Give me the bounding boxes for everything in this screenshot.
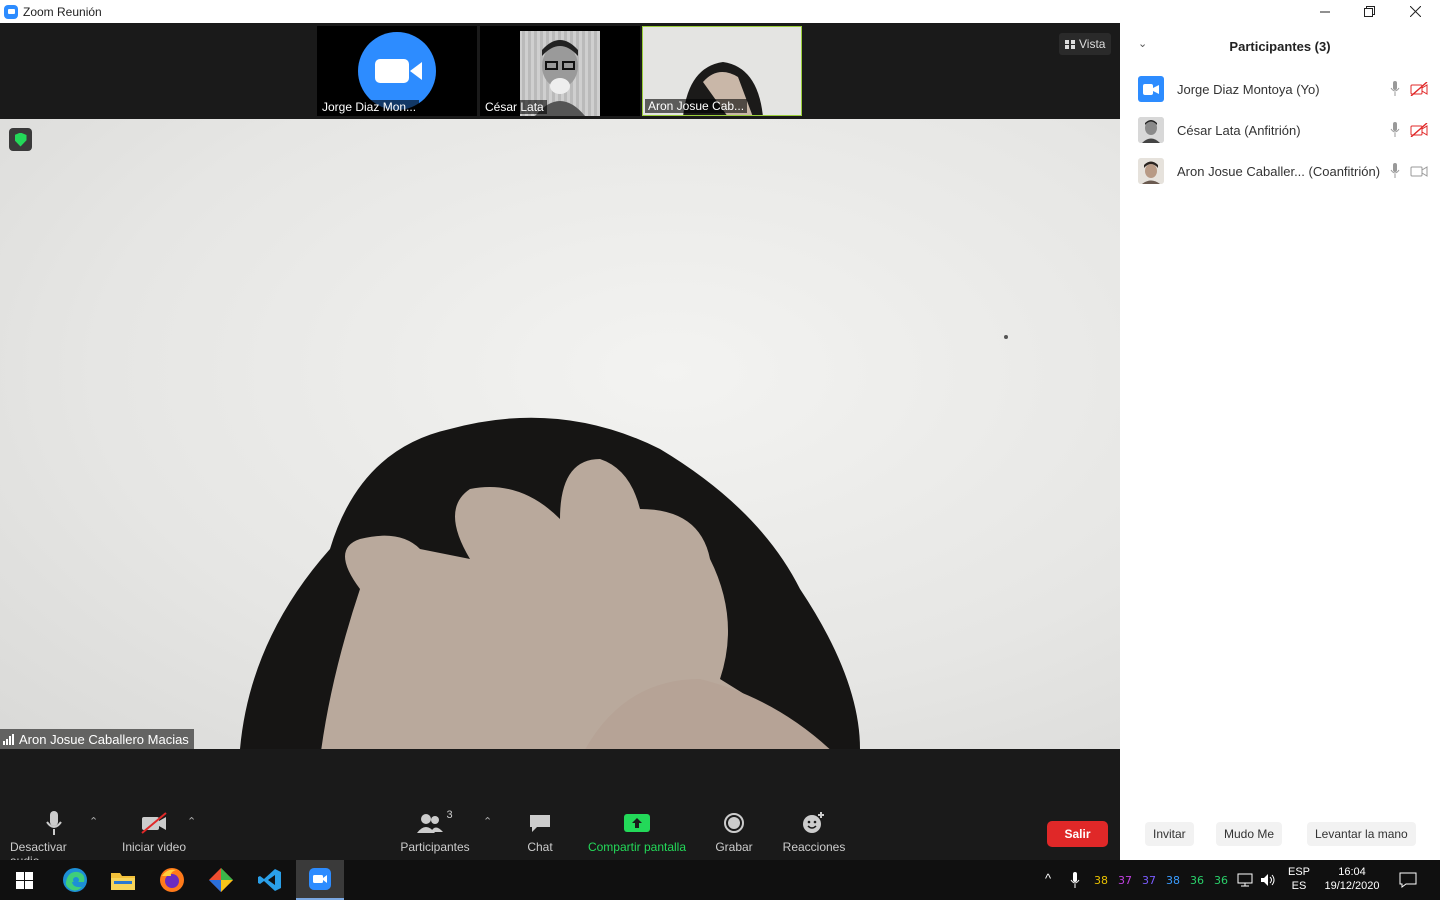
thumbnail-jorge[interactable]: Jorge Diaz Mon... bbox=[317, 26, 477, 116]
title-bar: Zoom Reunión bbox=[0, 0, 1440, 23]
video-off-icon[interactable] bbox=[1410, 81, 1428, 96]
tray-temp-5[interactable]: 36 bbox=[1190, 874, 1204, 887]
tray-temp-3[interactable]: 37 bbox=[1142, 874, 1156, 887]
start-video-label: Iniciar video bbox=[121, 840, 187, 854]
participant-name: Jorge Diaz Montoya (Yo) bbox=[1177, 81, 1320, 97]
grid-icon bbox=[1065, 39, 1075, 49]
participant-row[interactable]: Jorge Diaz Montoya (Yo) bbox=[1138, 75, 1430, 103]
signal-bars-icon bbox=[3, 733, 14, 745]
tray-mic-icon[interactable] bbox=[1070, 872, 1080, 888]
thumbnail-name: Aron Josue Cab... bbox=[645, 99, 748, 113]
video-off-icon[interactable] bbox=[1410, 122, 1428, 137]
volume-icon[interactable] bbox=[1260, 873, 1276, 887]
thumbnail-aron[interactable]: Aron Josue Cab... bbox=[642, 26, 802, 116]
tray-temp-4[interactable]: 38 bbox=[1166, 874, 1180, 887]
participants-panel: ⌄ Participantes (3) Jorge Diaz Montoya (… bbox=[1120, 23, 1440, 860]
view-button[interactable]: Vista bbox=[1059, 33, 1112, 55]
vscode-icon[interactable] bbox=[246, 860, 294, 900]
mic-icon[interactable] bbox=[1390, 81, 1400, 96]
clock[interactable]: 16:04 19/12/2020 bbox=[1318, 865, 1386, 893]
mute-me-button[interactable]: Mudo Me bbox=[1216, 822, 1283, 846]
avatar bbox=[1138, 117, 1164, 143]
video-options-chevron-icon[interactable]: ⌃ bbox=[187, 815, 196, 828]
invite-button[interactable]: Invitar bbox=[1145, 822, 1194, 846]
restore-icon bbox=[1363, 6, 1375, 17]
participants-options-chevron-icon[interactable]: ⌃ bbox=[483, 815, 492, 828]
minimize-button[interactable] bbox=[1302, 0, 1348, 23]
thumbnail-name: César Lata bbox=[482, 100, 547, 114]
zoom-logo-icon bbox=[358, 32, 436, 110]
participant-name: Aron Josue Caballer... (Coanfitrión) bbox=[1177, 163, 1381, 179]
speaker-name-tag: Aron Josue Caballero Macias bbox=[0, 729, 194, 749]
main-video: Aron Josue Caballero Macias bbox=[0, 119, 1120, 749]
network-icon[interactable] bbox=[1237, 873, 1253, 887]
zoom-avatar-icon bbox=[1138, 76, 1164, 102]
close-icon bbox=[1409, 6, 1421, 17]
participants-count: 3 bbox=[446, 809, 453, 821]
chat-label: Chat bbox=[527, 840, 553, 854]
record-label: Grabar bbox=[715, 840, 753, 854]
view-label: Vista bbox=[1079, 37, 1106, 51]
tray-temp-1[interactable]: 38 bbox=[1094, 874, 1108, 887]
clock-date: 19/12/2020 bbox=[1324, 880, 1380, 892]
reactions-icon bbox=[803, 812, 824, 833]
reactions-button[interactable]: Reacciones bbox=[783, 809, 845, 854]
windows-taskbar: ^ 38 37 37 38 36 36 ESP ES 16:04 19/12/2… bbox=[0, 860, 1440, 900]
share-screen-button[interactable]: Compartir pantalla bbox=[586, 809, 688, 854]
file-explorer-icon[interactable] bbox=[99, 860, 147, 900]
chat-button[interactable]: Chat bbox=[520, 809, 560, 854]
layout-code: ES bbox=[1291, 880, 1307, 892]
audio-options-chevron-icon[interactable]: ⌃ bbox=[89, 815, 98, 828]
mic-icon[interactable] bbox=[1390, 122, 1400, 137]
participants-icon bbox=[417, 814, 444, 833]
minimize-icon bbox=[1320, 11, 1330, 12]
windows-start-icon[interactable] bbox=[0, 860, 48, 900]
thumbnail-name: Jorge Diaz Mon... bbox=[319, 100, 420, 114]
zoom-icon[interactable] bbox=[296, 860, 344, 900]
avatar bbox=[1138, 158, 1164, 184]
video-on-icon[interactable] bbox=[1410, 164, 1428, 178]
firefox-icon[interactable] bbox=[148, 860, 196, 900]
share-screen-icon bbox=[624, 814, 650, 832]
record-button[interactable]: Grabar bbox=[713, 809, 755, 854]
start-video-button[interactable]: Iniciar video bbox=[120, 809, 188, 854]
tray-temp-2[interactable]: 37 bbox=[1118, 874, 1132, 887]
participant-row[interactable]: César Lata (Anfitrión) bbox=[1138, 116, 1430, 144]
panel-title: Participantes (3) bbox=[1229, 38, 1331, 54]
leave-button[interactable]: Salir bbox=[1047, 821, 1108, 847]
restore-button[interactable] bbox=[1346, 0, 1392, 23]
speaker-video-frame bbox=[240, 335, 1008, 749]
mic-icon[interactable] bbox=[1390, 163, 1400, 178]
speaker-name: Aron Josue Caballero Macias bbox=[19, 731, 189, 747]
participants-label: Participantes bbox=[400, 840, 470, 854]
participant-name: César Lata (Anfitrión) bbox=[1177, 122, 1301, 138]
close-button[interactable] bbox=[1392, 0, 1438, 23]
thumbnail-cesar[interactable]: César Lata bbox=[480, 26, 640, 116]
git-kraken-icon[interactable] bbox=[197, 860, 245, 900]
meeting-toolbar: Desactivar audio ⌃ Iniciar video ⌃ 3 Par… bbox=[0, 749, 1120, 868]
video-off-icon bbox=[141, 812, 167, 834]
participant-row[interactable]: Aron Josue Caballer... (Coanfitrión) bbox=[1138, 157, 1430, 185]
clock-time: 16:04 bbox=[1338, 866, 1366, 878]
thumbnail-strip: Jorge Diaz Mon... César Lata Aron Josue … bbox=[0, 23, 1120, 119]
record-icon bbox=[724, 813, 744, 833]
zoom-app-icon bbox=[4, 4, 18, 19]
tray-temp-6[interactable]: 36 bbox=[1214, 874, 1228, 887]
input-language[interactable]: ESP ES bbox=[1286, 865, 1312, 893]
share-screen-label: Compartir pantalla bbox=[587, 840, 687, 854]
mic-icon bbox=[46, 811, 62, 835]
chat-icon bbox=[530, 815, 550, 832]
video-area: Jorge Diaz Mon... César Lata Aron Josue … bbox=[0, 23, 1120, 868]
participants-button[interactable]: 3 Participantes bbox=[400, 809, 470, 854]
show-hidden-icons-chevron-icon[interactable]: ^ bbox=[1045, 872, 1051, 886]
notifications-icon[interactable] bbox=[1399, 872, 1417, 888]
edge-icon[interactable] bbox=[51, 860, 99, 900]
reactions-label: Reacciones bbox=[782, 840, 846, 854]
window-title: Zoom Reunión bbox=[23, 4, 102, 19]
raise-hand-button[interactable]: Levantar la mano bbox=[1307, 822, 1416, 846]
language-code: ESP bbox=[1287, 866, 1310, 878]
security-shield-icon[interactable] bbox=[9, 128, 32, 151]
